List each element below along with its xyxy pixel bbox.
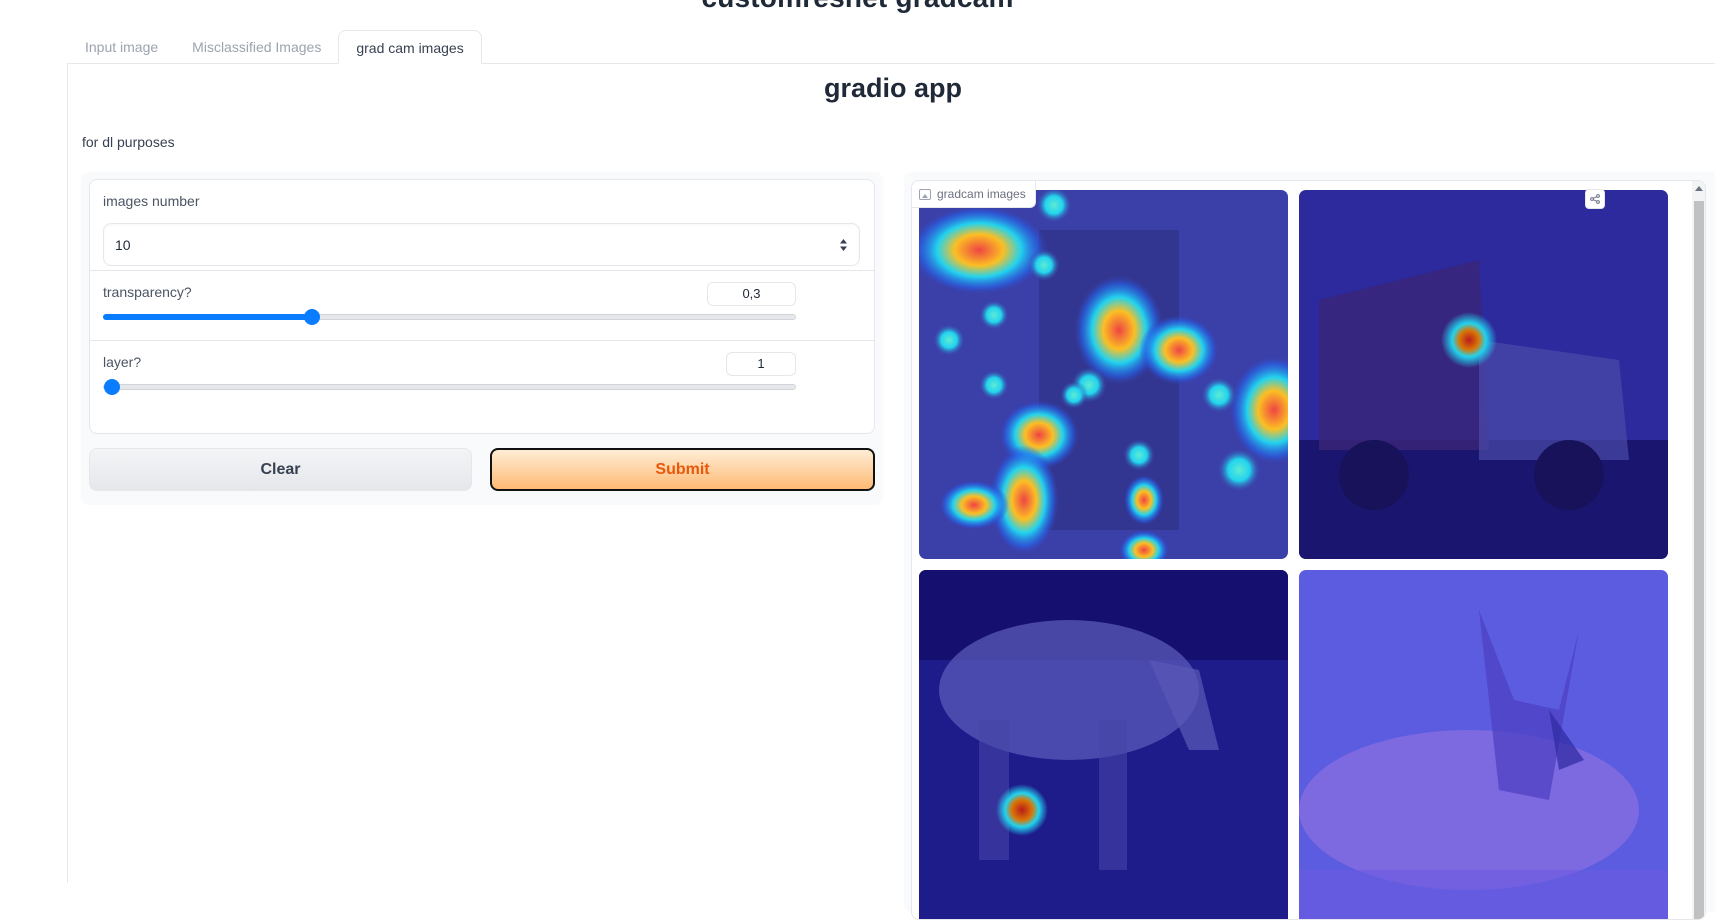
gallery-image-1[interactable] — [919, 190, 1288, 559]
tab-input-image[interactable]: Input image — [68, 30, 175, 64]
transparency-block: transparency? 0,3 — [90, 270, 874, 340]
app-title: gradio app — [823, 73, 962, 103]
gradcam-gallery: gradcam images — [911, 180, 1706, 920]
tab-misclassified-images[interactable]: Misclassified Images — [175, 30, 338, 64]
transparency-slider-fill — [103, 314, 311, 320]
layer-block: layer? 1 — [90, 340, 874, 433]
gallery-scrollbar[interactable] — [1692, 181, 1705, 919]
page-header-title: customresnet gradcam — [0, 0, 1715, 14]
stepper-arrows-icon — [840, 238, 847, 251]
gallery-label-text: gradcam images — [937, 187, 1026, 201]
transparency-label: transparency? — [103, 284, 192, 300]
gradcam-heatmap-image — [1299, 570, 1668, 919]
images-number-value: 10 — [115, 236, 131, 253]
gallery-image-4[interactable] — [1299, 570, 1668, 919]
submit-button[interactable]: Submit — [490, 448, 875, 491]
tab-grad-cam-images[interactable]: grad cam images — [338, 30, 482, 64]
gallery-image-2[interactable] — [1299, 190, 1668, 559]
transparency-value-input[interactable]: 0,3 — [707, 282, 796, 306]
scrollbar-thumb[interactable] — [1694, 201, 1704, 919]
image-icon — [919, 188, 931, 200]
clear-button[interactable]: Clear — [89, 448, 472, 491]
tab-panel: gradio app for dl purposes images number… — [67, 63, 1715, 920]
transparency-slider[interactable] — [103, 309, 796, 325]
share-button[interactable] — [1585, 189, 1605, 209]
tab-bar: Input image Misclassified Images grad ca… — [68, 30, 482, 64]
inputs-form: images number 10 transparency? 0,3 layer… — [89, 179, 875, 434]
gradcam-heatmap-image — [919, 190, 1288, 559]
app-description: for dl purposes — [82, 134, 175, 150]
share-icon — [1590, 194, 1600, 204]
gradcam-heatmap-image — [1299, 190, 1668, 559]
layer-slider[interactable] — [103, 379, 796, 395]
layer-slider-thumb[interactable] — [104, 379, 120, 395]
gallery-image-3[interactable] — [919, 570, 1288, 919]
layer-value-input[interactable]: 1 — [726, 352, 796, 376]
images-number-label: images number — [103, 193, 200, 209]
gradcam-heatmap-image — [919, 570, 1288, 919]
scroll-up-icon[interactable] — [1695, 186, 1703, 191]
gallery-label: gradcam images — [912, 181, 1036, 208]
gallery-column: gradcam images — [904, 172, 1715, 920]
images-number-block: images number 10 — [90, 180, 874, 270]
number-stepper-icon[interactable] — [839, 238, 848, 252]
images-number-input[interactable]: 10 — [103, 223, 860, 266]
layer-label: layer? — [103, 354, 142, 370]
transparency-slider-thumb[interactable] — [304, 309, 320, 325]
inputs-column: images number 10 transparency? 0,3 layer… — [81, 172, 883, 505]
